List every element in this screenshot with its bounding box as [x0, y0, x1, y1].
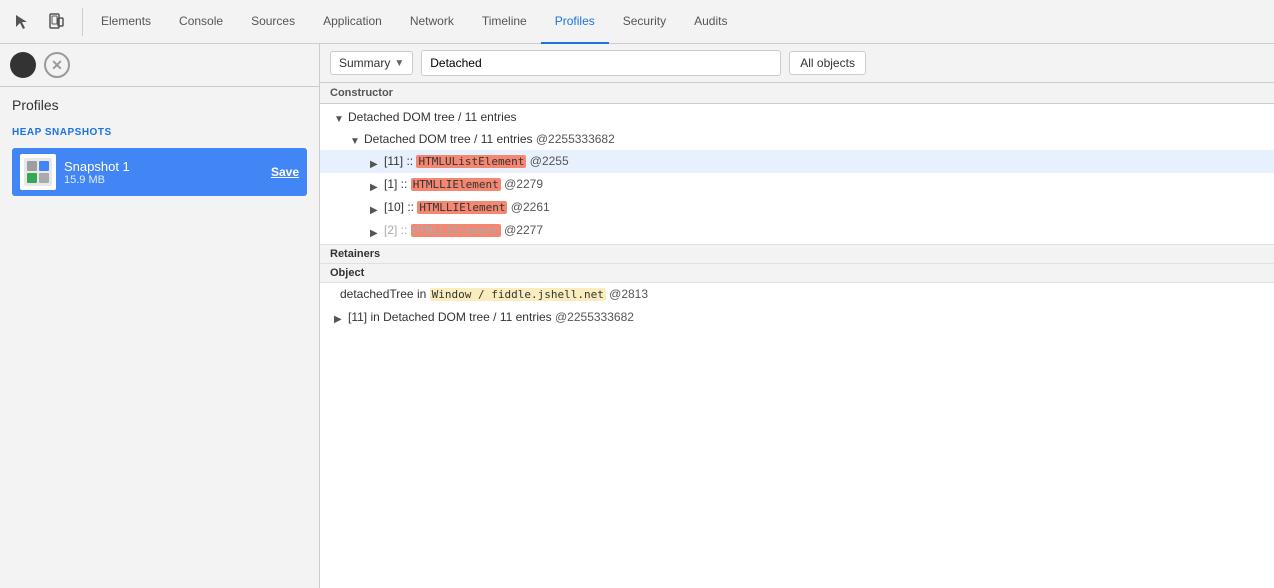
right-panel: Summary ▼ All objects Constructor ▼ Deta…: [320, 44, 1274, 588]
object-section-header: Object: [320, 264, 1274, 283]
grid-cell-3: [27, 173, 37, 183]
tab-sources[interactable]: Sources: [237, 0, 309, 44]
top-toolbar: Elements Console Sources Application Net…: [0, 0, 1274, 44]
tree-label: [11] :: HTMLUListElement @2255: [384, 152, 569, 171]
tab-audits[interactable]: Audits: [680, 0, 741, 44]
class-name-highlight: HTMLLIElement: [411, 178, 501, 191]
class-name-highlight: HTMLLIElement: [417, 201, 507, 214]
all-objects-button[interactable]: All objects: [789, 51, 866, 75]
tree-row[interactable]: ▶ [10] :: HTMLLIElement @2261: [320, 196, 1274, 219]
expand-arrow-icon[interactable]: ▶: [370, 225, 382, 237]
tab-timeline[interactable]: Timeline: [468, 0, 541, 44]
class-name-highlight: HTMLLIElement: [411, 224, 501, 237]
filter-input[interactable]: [421, 50, 781, 76]
record-button[interactable]: [10, 52, 36, 78]
expand-arrow-icon[interactable]: ▶: [370, 202, 382, 214]
snapshot-icon-grid: [24, 158, 52, 186]
heap-snapshots-header: HEAP SNAPSHOTS: [12, 127, 307, 138]
tab-elements[interactable]: Elements: [87, 0, 165, 44]
object-id: @2261: [511, 200, 550, 214]
tree-row-highlighted[interactable]: ▶ [11] :: HTMLUListElement @2255: [320, 150, 1274, 173]
tree-row[interactable]: ▼ Detached DOM tree / 11 entries: [320, 106, 1274, 128]
grid-cell-1: [27, 161, 37, 171]
object-row-text: detachedTree in Window / fiddle.jshell.n…: [340, 285, 648, 304]
tree-row[interactable]: ▼ Detached DOM tree / 11 entries @225533…: [320, 128, 1274, 150]
main-layout: ✕ Profiles HEAP SNAPSHOTS Snapshot 1 15.…: [0, 44, 1274, 588]
sidebar-controls: ✕: [0, 44, 319, 87]
snapshot-info: Snapshot 1 15.9 MB: [64, 159, 271, 186]
cursor-tool-button[interactable]: [8, 8, 36, 36]
expand-arrow-icon[interactable]: ▼: [350, 133, 362, 145]
object-id: @2813: [609, 287, 648, 301]
tree-row[interactable]: ▶ [1] :: HTMLLIElement @2279: [320, 173, 1274, 196]
tree-row-truncated[interactable]: ▶ [2] :: HTMLLIElement @2277: [320, 219, 1274, 242]
expand-arrow-icon[interactable]: ▼: [334, 111, 346, 123]
table-area: Constructor ▼ Detached DOM tree / 11 ent…: [320, 83, 1274, 588]
window-highlight: Window / fiddle.jshell.net: [430, 288, 606, 301]
object-row-1[interactable]: detachedTree in Window / fiddle.jshell.n…: [320, 283, 1274, 306]
constructor-header: Constructor: [330, 87, 1264, 99]
expand-arrow-icon[interactable]: ▶: [334, 311, 346, 323]
tab-network[interactable]: Network: [396, 0, 468, 44]
panel-toolbar: Summary ▼ All objects: [320, 44, 1274, 83]
clear-button[interactable]: ✕: [44, 52, 70, 78]
summary-label: Summary: [339, 56, 390, 70]
object-id: @2255333682: [555, 310, 634, 324]
summary-dropdown[interactable]: Summary ▼: [330, 51, 413, 75]
object-id: @2255333682: [536, 132, 615, 146]
snapshot-size: 15.9 MB: [64, 174, 271, 186]
grid-cell-2: [39, 161, 49, 171]
device-tool-button[interactable]: [42, 8, 70, 36]
tab-application[interactable]: Application: [309, 0, 396, 44]
sidebar-title: Profiles: [12, 97, 307, 113]
class-name-highlight: HTMLUListElement: [416, 155, 526, 168]
retainers-section-header: Retainers: [320, 244, 1274, 264]
tree-label: Detached DOM tree / 11 entries @22553336…: [364, 130, 615, 148]
tab-profiles[interactable]: Profiles: [541, 0, 609, 44]
expand-arrow-icon[interactable]: ▶: [370, 156, 382, 168]
object-id: @2277: [504, 223, 543, 237]
tab-console[interactable]: Console: [165, 0, 237, 44]
sidebar: ✕ Profiles HEAP SNAPSHOTS Snapshot 1 15.…: [0, 44, 320, 588]
snapshot-save-button[interactable]: Save: [271, 165, 299, 179]
snapshot-name: Snapshot 1: [64, 159, 271, 174]
object-row-2[interactable]: ▶ [11] in Detached DOM tree / 11 entries…: [320, 306, 1274, 328]
object-id: @2255: [530, 154, 569, 168]
toolbar-icons: [8, 8, 83, 36]
tree-area: ▼ Detached DOM tree / 11 entries ▼ Detac…: [320, 104, 1274, 244]
expand-arrow-icon[interactable]: ▶: [370, 179, 382, 191]
snapshot-icon: [20, 154, 56, 190]
object-id: @2279: [504, 177, 543, 191]
tree-label: [1] :: HTMLLIElement @2279: [384, 175, 543, 194]
tree-label: [10] :: HTMLLIElement @2261: [384, 198, 550, 217]
tree-label: Detached DOM tree / 11 entries: [348, 108, 517, 126]
sidebar-content: Profiles HEAP SNAPSHOTS Snapshot 1 15.9 …: [0, 87, 319, 588]
tab-security[interactable]: Security: [609, 0, 680, 44]
nav-tabs: Elements Console Sources Application Net…: [87, 0, 1266, 44]
grid-cell-4: [39, 173, 49, 183]
snapshot-item[interactable]: Snapshot 1 15.9 MB Save: [12, 148, 307, 196]
table-header-row: Constructor: [320, 83, 1274, 104]
chevron-down-icon: ▼: [394, 58, 404, 69]
tree-label: [2] :: HTMLLIElement @2277: [384, 221, 543, 240]
object-row-text: [11] in Detached DOM tree / 11 entries @…: [348, 308, 634, 326]
